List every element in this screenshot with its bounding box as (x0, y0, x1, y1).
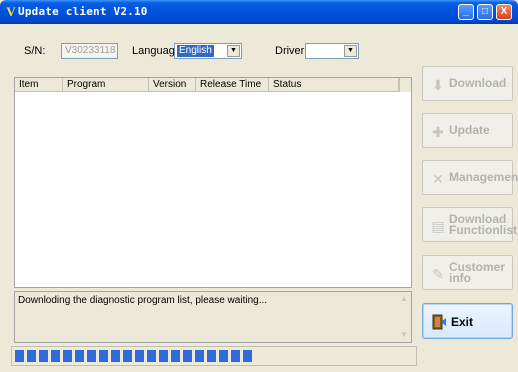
column-header-version[interactable]: Version (149, 78, 196, 92)
column-header-item[interactable]: Item (15, 78, 63, 92)
driver-selected-value (308, 45, 312, 57)
column-header-status[interactable]: Status (269, 78, 399, 92)
wrench-icon: ✕ (432, 171, 444, 187)
sn-label: S/N: (24, 45, 46, 57)
update-button[interactable]: ✚ Update (422, 113, 513, 148)
exit-button[interactable]: Exit (422, 303, 513, 339)
driver-label: Driver: (275, 45, 308, 57)
close-button[interactable]: X (496, 4, 512, 20)
download-button-label: Download (449, 76, 507, 90)
management-button-label: Management (449, 170, 518, 184)
exit-door-icon (432, 314, 446, 330)
customer-info-button[interactable]: ✎ Customer info (422, 255, 513, 290)
progress-bar (11, 346, 417, 366)
column-header-program[interactable]: Program (63, 78, 149, 92)
log-message: Downloding the diagnostic program list, … (18, 295, 268, 306)
customer-info-label: Customer info (449, 259, 506, 285)
progress-fill (15, 350, 254, 362)
edit-icon: ✎ (432, 266, 444, 282)
update-icon: ✚ (432, 124, 444, 140)
column-header-release-time[interactable]: Release Time (196, 78, 269, 92)
chevron-down-icon[interactable]: ▼ (227, 45, 240, 57)
exit-button-label: Exit (451, 315, 474, 329)
scroll-up-icon[interactable]: ▲ (398, 293, 410, 305)
update-button-label: Update (449, 123, 490, 137)
language-select[interactable]: English ▼ (174, 43, 242, 59)
download-button[interactable]: ⬇ Download (422, 66, 513, 101)
sn-field: V30233118 (61, 43, 118, 59)
driver-select[interactable]: ▼ (305, 43, 359, 59)
update-client-window: V Update client V2.10 _ □ X S/N: V302331… (0, 0, 518, 372)
program-list[interactable]: Item Program Version Release Time Status (14, 77, 412, 288)
download-icon: ⬇ (432, 77, 444, 93)
list-corner (399, 78, 411, 92)
management-button[interactable]: ✕ Management (422, 160, 518, 195)
scroll-down-icon[interactable]: ▼ (398, 329, 410, 341)
window-title: Update client V2.10 (18, 5, 148, 18)
download-functionlist-button[interactable]: ▤ Download Functionlist (422, 207, 517, 242)
download-functionlist-label: Download Functionlist (449, 211, 517, 237)
log-scrollbar[interactable]: ▲ ▼ (398, 293, 410, 341)
v-logo-icon: V (6, 4, 16, 19)
minimize-button[interactable]: _ (458, 4, 474, 20)
log-panel: Downloding the diagnostic program list, … (14, 291, 412, 343)
chevron-down-icon[interactable]: ▼ (344, 45, 357, 57)
list-header: Item Program Version Release Time Status (15, 78, 411, 92)
title-bar[interactable]: V Update client V2.10 _ □ X (0, 0, 518, 24)
document-icon: ▤ (431, 218, 445, 234)
language-selected-value: English (177, 45, 214, 57)
maximize-button[interactable]: □ (477, 4, 493, 20)
